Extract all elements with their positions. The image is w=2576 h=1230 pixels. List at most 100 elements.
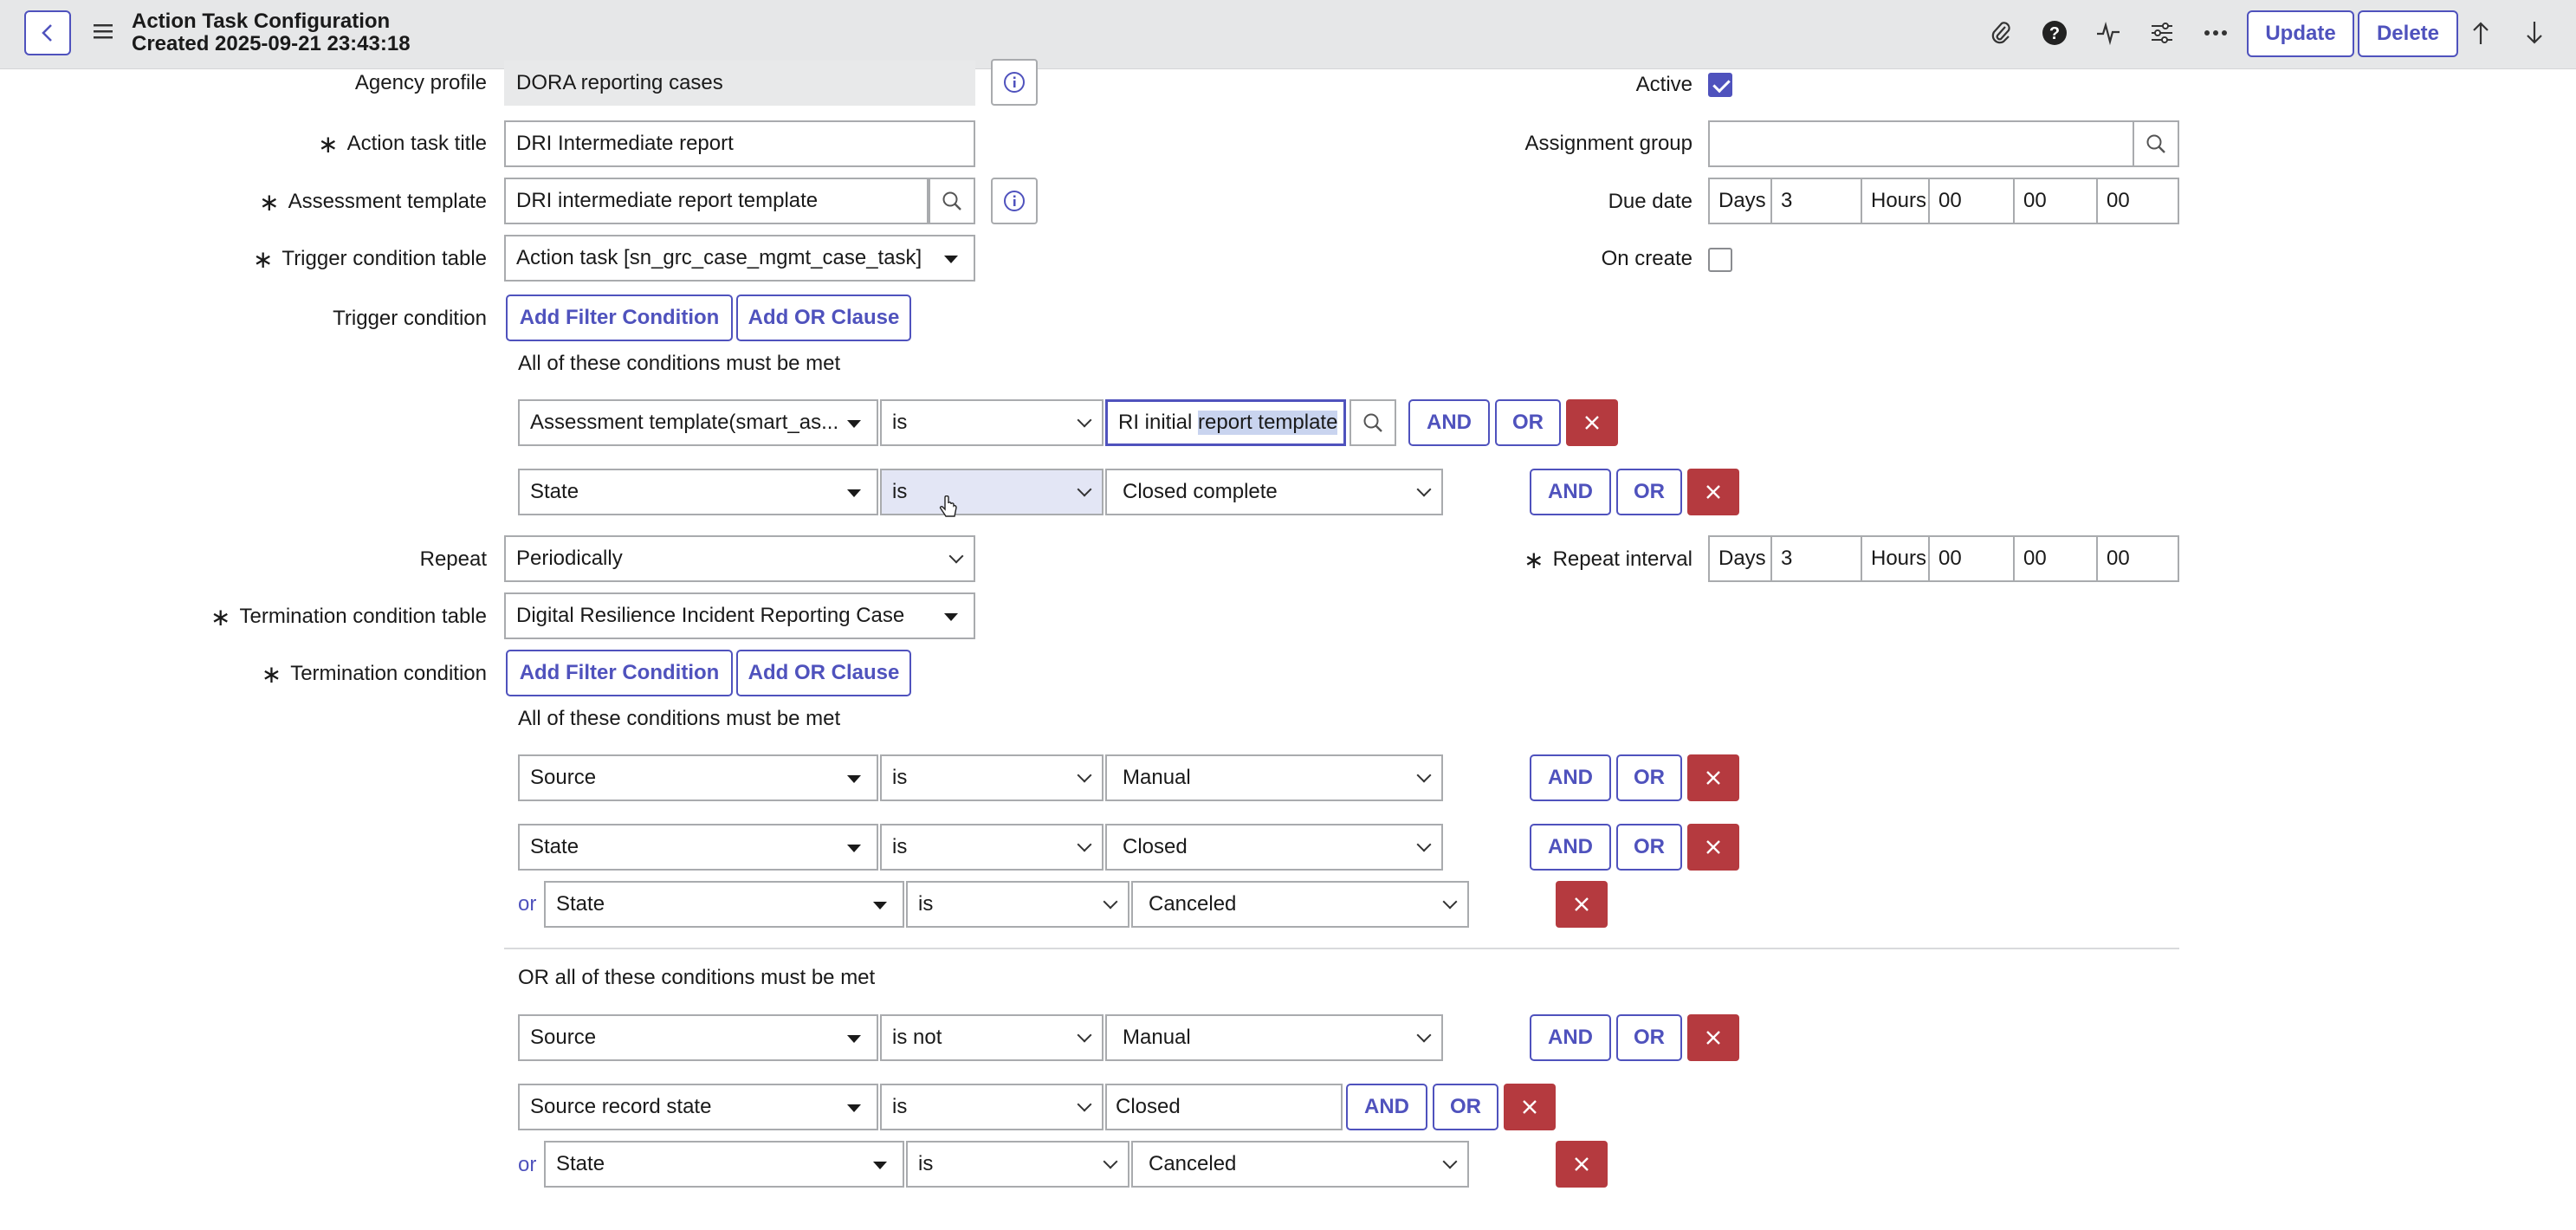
term-g1-row2-operator-select[interactable]: is [880, 824, 1104, 871]
required-marker: ∗ [210, 604, 231, 631]
active-checkbox[interactable] [1708, 73, 1732, 97]
search-icon [2146, 134, 2165, 153]
term-g1-row2-delete-button[interactable] [1687, 824, 1739, 871]
term-g1-row3-delete-button[interactable] [1556, 881, 1608, 928]
trigger-condition-table-select[interactable]: Action task [sn_grc_case_mgmt_case_task] [504, 235, 975, 282]
repeat-interval-days-input[interactable]: 3 [1772, 537, 1862, 580]
termination-condition-table-select[interactable]: Digital Resilience Incident Reporting Ca… [504, 592, 975, 639]
trigger-row1-or-button[interactable]: OR [1495, 399, 1561, 446]
term-g2-row2-and-button[interactable]: AND [1346, 1084, 1427, 1130]
trigger-add-or-clause-button[interactable]: Add OR Clause [736, 295, 911, 341]
term-g1-row1-field-select[interactable]: Source [518, 754, 878, 801]
term-g1-row3-operator-select[interactable]: is [906, 881, 1129, 928]
trigger-row2-or-button[interactable]: OR [1616, 469, 1682, 515]
hamburger-menu-icon[interactable] [94, 23, 113, 40]
termination-add-filter-condition-button[interactable]: Add Filter Condition [506, 650, 733, 696]
close-icon [1706, 1031, 1720, 1045]
assignment-group-input[interactable] [1708, 120, 2134, 167]
more-options-icon[interactable] [2198, 16, 2233, 50]
form-header: Action Task Configuration Created 2025-0… [0, 0, 2576, 69]
trigger-row1-lookup-button[interactable] [1349, 399, 1396, 446]
termination-add-or-clause-button[interactable]: Add OR Clause [736, 650, 911, 696]
page-title: Action Task Configuration [132, 10, 391, 33]
term-g1-row3-field-select[interactable]: State [544, 881, 904, 928]
term-g2-row3-field-select[interactable]: State [544, 1141, 904, 1188]
term-g1-row1-operator-select[interactable]: is [880, 754, 1104, 801]
due-date-seconds-input[interactable]: 00 [2098, 179, 2178, 223]
back-button[interactable] [24, 10, 71, 55]
term-g2-row2-field-select[interactable]: Source record state [518, 1084, 878, 1130]
trigger-row2-field-select[interactable]: State [518, 469, 878, 515]
trigger-add-filter-condition-button[interactable]: Add Filter Condition [506, 295, 733, 341]
term-g2-row1-value-select[interactable]: Manual [1105, 1014, 1443, 1061]
or-group-divider [504, 948, 2179, 949]
term-g2-row3-operator-select[interactable]: is [906, 1141, 1129, 1188]
term-g2-row3-delete-button[interactable] [1556, 1141, 1608, 1188]
repeat-select[interactable]: Periodically [504, 535, 975, 582]
close-icon [1706, 840, 1720, 854]
due-date-hours-label: Hours [1862, 179, 1930, 223]
close-icon [1585, 416, 1599, 430]
trigger-row1-and-button[interactable]: AND [1408, 399, 1490, 446]
on-create-checkbox[interactable] [1708, 248, 1732, 272]
search-icon [1363, 413, 1382, 432]
term-g2-row1-and-button[interactable]: AND [1530, 1014, 1611, 1061]
trigger-row2-value-select[interactable]: Closed complete [1105, 469, 1443, 515]
term-g2-row2-delete-button[interactable] [1504, 1084, 1556, 1130]
term-g1-row1-and-button[interactable]: AND [1530, 754, 1611, 801]
assessment-template-lookup-button[interactable] [929, 178, 975, 224]
trigger-row1-operator-select[interactable]: is [880, 399, 1104, 446]
assessment-template-label-text: Assessment template [288, 190, 487, 213]
arrow-down-icon[interactable] [2517, 16, 2552, 50]
arrow-up-icon[interactable] [2463, 16, 2498, 50]
term-g2-row2-value-input[interactable]: Closed [1105, 1084, 1343, 1130]
action-task-title-input[interactable]: DRI Intermediate report [504, 120, 975, 167]
term-g2-row3-or-prefix: or [518, 1153, 537, 1176]
help-icon[interactable]: ? [2037, 16, 2072, 50]
due-date-minutes-input[interactable]: 00 [2015, 179, 2098, 223]
trigger-row2-operator-select[interactable]: is [880, 469, 1104, 515]
agency-profile-label: Agency profile [354, 71, 487, 94]
close-icon [1706, 771, 1720, 785]
required-marker: ∗ [252, 246, 274, 273]
term-g1-row2-and-button[interactable]: AND [1530, 824, 1611, 871]
trigger-row1-field-select[interactable]: Assessment template(smart_as... [518, 399, 878, 446]
settings-sliders-icon[interactable] [2145, 16, 2179, 50]
agency-profile-info-button[interactable] [991, 59, 1038, 106]
close-icon [1575, 897, 1589, 911]
term-g1-row2-value-select[interactable]: Closed [1105, 824, 1443, 871]
activity-pulse-icon[interactable] [2091, 16, 2126, 50]
trigger-row2-delete-button[interactable] [1687, 469, 1739, 515]
term-g1-row2-field-select[interactable]: State [518, 824, 878, 871]
attachment-icon[interactable] [1984, 16, 2018, 50]
term-g1-row1-delete-button[interactable] [1687, 754, 1739, 801]
assessment-template-info-button[interactable] [991, 178, 1038, 224]
term-g2-row2-or-button[interactable]: OR [1433, 1084, 1498, 1130]
term-g2-row1-field-select[interactable]: Source [518, 1014, 878, 1061]
term-g2-row2-operator-select[interactable]: is [880, 1084, 1104, 1130]
trigger-row1-value-input[interactable]: RI initial report template [1105, 399, 1346, 446]
term-g1-row3-value-select[interactable]: Canceled [1131, 881, 1469, 928]
term-g2-row1-or-button[interactable]: OR [1616, 1014, 1682, 1061]
trigger-row1-delete-button[interactable] [1566, 399, 1618, 446]
due-date-hours-input[interactable]: 00 [1930, 179, 2015, 223]
repeat-interval-minutes-input[interactable]: 00 [2015, 537, 2098, 580]
assignment-group-lookup-button[interactable] [2133, 120, 2179, 167]
term-g2-row1-operator-select[interactable]: is not [880, 1014, 1104, 1061]
update-button[interactable]: Update [2247, 10, 2354, 57]
termination-condition-label: ∗ Termination condition [262, 661, 487, 688]
repeat-interval-seconds-input[interactable]: 00 [2098, 537, 2178, 580]
due-date-days-input[interactable]: 3 [1772, 179, 1862, 223]
term-g1-row1-or-button[interactable]: OR [1616, 754, 1682, 801]
term-g1-row1-value-select[interactable]: Manual [1105, 754, 1443, 801]
term-g2-row3-value-select[interactable]: Canceled [1131, 1141, 1469, 1188]
due-date-duration-field: Days 3 Hours 00 00 00 [1708, 178, 2179, 224]
termination-condition-label-text: Termination condition [290, 662, 487, 685]
term-g2-row1-delete-button[interactable] [1687, 1014, 1739, 1061]
repeat-interval-hours-input[interactable]: 00 [1930, 537, 2015, 580]
trigger-row2-and-button[interactable]: AND [1530, 469, 1611, 515]
delete-button[interactable]: Delete [2358, 10, 2458, 57]
termination-group2-heading: OR all of these conditions must be met [518, 966, 876, 989]
assessment-template-input[interactable]: DRI intermediate report template [504, 178, 929, 224]
term-g1-row2-or-button[interactable]: OR [1616, 824, 1682, 871]
